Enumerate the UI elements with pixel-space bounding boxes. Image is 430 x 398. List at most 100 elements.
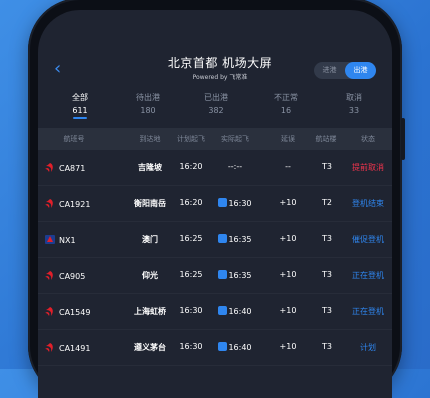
tab-cancelled[interactable]: 取消 33 bbox=[324, 92, 384, 115]
terminal: T3 bbox=[322, 234, 332, 243]
table-row[interactable]: CA871 吉隆坡 16:20 --:-- -- T3 提前取消 bbox=[38, 150, 392, 186]
air-china-logo-icon bbox=[45, 271, 53, 280]
delay: +10 bbox=[279, 270, 297, 279]
terminal: T3 bbox=[322, 270, 332, 279]
terminal: T3 bbox=[322, 306, 332, 315]
air-china-logo-icon bbox=[45, 307, 53, 316]
planned-time: 16:25 bbox=[179, 270, 203, 279]
tab-count: 33 bbox=[348, 106, 360, 115]
tab-count: 382 bbox=[208, 106, 224, 115]
status-text: 正在登机 bbox=[352, 271, 384, 280]
status-text: 正在登机 bbox=[352, 307, 384, 316]
destination: 澳门 bbox=[142, 235, 158, 244]
side-button bbox=[401, 118, 405, 160]
tab-label: 待出港 bbox=[136, 93, 160, 102]
actual-time: 16:35 bbox=[228, 271, 252, 280]
tab-count: 611 bbox=[72, 106, 88, 115]
app-screen: ‹ 北京首都 机场大屏 Powered by 飞常准 进港 出港 全部 611 … bbox=[38, 10, 392, 398]
column-header: 到达地 bbox=[139, 135, 161, 143]
table-row[interactable]: CA1921 衡阳南岳 16:20 16:30 +10 T2 登机结束 bbox=[38, 186, 392, 222]
tab-pending[interactable]: 待出港 180 bbox=[118, 92, 178, 115]
column-header: 航站楼 bbox=[315, 135, 337, 143]
page-title: 北京首都 机场大屏 bbox=[167, 56, 273, 70]
back-icon[interactable]: ‹ bbox=[54, 60, 61, 78]
flight-table: CA871 吉隆坡 16:20 --:-- -- T3 提前取消 CA1921 … bbox=[38, 150, 392, 366]
status-text: 登机结束 bbox=[352, 199, 384, 208]
actual-time-cell: 16:35 bbox=[212, 270, 258, 280]
flight-number: CA1549 bbox=[59, 308, 91, 317]
planned-time: 16:20 bbox=[179, 162, 203, 171]
flight-number: CA1921 bbox=[59, 200, 91, 209]
tab-label: 已出港 bbox=[204, 93, 228, 102]
table-row[interactable]: CA1491 遵义茅台 16:30 16:40 +10 T3 计划 bbox=[38, 330, 392, 366]
app-header: ‹ 北京首都 机场大屏 Powered by 飞常准 进港 出港 bbox=[38, 50, 392, 90]
toggle-departures[interactable]: 出港 bbox=[345, 62, 376, 79]
actual-time: 16:40 bbox=[228, 307, 252, 316]
delay: +10 bbox=[279, 306, 297, 315]
actual-time-cell: 16:35 bbox=[212, 234, 258, 244]
status-tabs: 全部 611 待出港 180 已出港 382 不正常 16 取消 33 bbox=[38, 92, 392, 128]
powered-by-label: Powered by 飞常准 bbox=[192, 74, 248, 81]
destination: 仰光 bbox=[142, 271, 158, 280]
actual-time: 16:40 bbox=[228, 343, 252, 352]
status-text: 计划 bbox=[360, 343, 376, 352]
tab-label: 不正常 bbox=[274, 93, 298, 102]
destination: 上海虹桥 bbox=[134, 307, 166, 316]
actual-time: 16:30 bbox=[228, 199, 252, 208]
actual-tag-icon bbox=[218, 306, 228, 315]
delay: +10 bbox=[279, 342, 297, 351]
flight-number-cell: CA1549 bbox=[44, 306, 120, 317]
actual-time-cell: 16:40 bbox=[212, 306, 258, 316]
status-text: 提前取消 bbox=[352, 163, 384, 172]
table-row[interactable]: NX1 澳门 16:25 16:35 +10 T3 催促登机 bbox=[38, 222, 392, 258]
actual-time-cell: 16:30 bbox=[212, 198, 258, 208]
arrival-departure-toggle[interactable]: 进港 出港 bbox=[314, 62, 376, 79]
actual-tag-icon bbox=[218, 234, 228, 243]
flight-number: CA871 bbox=[59, 164, 86, 173]
air-macau-logo-icon bbox=[45, 235, 55, 244]
air-china-logo-icon bbox=[45, 199, 53, 208]
tab-count: 180 bbox=[140, 106, 156, 115]
actual-time: --:-- bbox=[227, 162, 243, 171]
phone-frame: ‹ 北京首都 机场大屏 Powered by 飞常准 进港 出港 全部 611 … bbox=[28, 0, 405, 398]
air-china-logo-icon bbox=[45, 163, 53, 172]
flight-number-cell: CA905 bbox=[44, 270, 120, 281]
terminal: T3 bbox=[322, 342, 332, 351]
table-row[interactable]: CA1549 上海虹桥 16:30 16:40 +10 T3 正在登机 bbox=[38, 294, 392, 330]
destination: 遵义茅台 bbox=[134, 343, 166, 352]
flight-number-cell: CA1491 bbox=[44, 342, 120, 353]
tab-all[interactable]: 全部 611 bbox=[50, 92, 110, 119]
delay: +10 bbox=[279, 198, 297, 207]
planned-time: 16:20 bbox=[179, 198, 203, 207]
actual-tag-icon bbox=[218, 342, 228, 351]
tab-abnormal[interactable]: 不正常 16 bbox=[256, 92, 316, 115]
actual-time: 16:35 bbox=[228, 235, 252, 244]
terminal: T2 bbox=[322, 198, 332, 207]
table-row[interactable]: CA905 仰光 16:25 16:35 +10 T3 正在登机 bbox=[38, 258, 392, 294]
planned-time: 16:30 bbox=[179, 306, 203, 315]
column-header: 计划起飞 bbox=[177, 135, 205, 143]
destination: 衡阳南岳 bbox=[134, 199, 166, 208]
terminal: T3 bbox=[322, 162, 332, 171]
column-header: 航班号 bbox=[63, 135, 85, 143]
delay: -- bbox=[285, 162, 291, 171]
toggle-arrivals[interactable]: 进港 bbox=[314, 62, 345, 79]
flight-number-cell: CA1921 bbox=[44, 198, 120, 209]
planned-time: 16:30 bbox=[179, 342, 203, 351]
column-header: 延误 bbox=[281, 135, 295, 143]
table-header: 航班号 到达地 计划起飞 实际起飞 延误 航站楼 状态 bbox=[38, 128, 392, 150]
column-header: 实际起飞 bbox=[221, 135, 249, 143]
flight-number: CA905 bbox=[59, 272, 86, 281]
tab-label: 取消 bbox=[346, 93, 362, 102]
air-china-logo-icon bbox=[45, 343, 53, 352]
delay: +10 bbox=[279, 234, 297, 243]
tab-count: 16 bbox=[280, 106, 292, 115]
flight-number-cell: CA871 bbox=[44, 162, 120, 173]
flight-number: NX1 bbox=[59, 236, 76, 245]
status-text: 催促登机 bbox=[352, 235, 384, 244]
flight-number: CA1491 bbox=[59, 344, 91, 353]
tab-label: 全部 bbox=[72, 93, 88, 102]
active-tab-indicator bbox=[73, 117, 87, 119]
destination: 吉隆坡 bbox=[138, 163, 162, 172]
tab-departed[interactable]: 已出港 382 bbox=[186, 92, 246, 115]
